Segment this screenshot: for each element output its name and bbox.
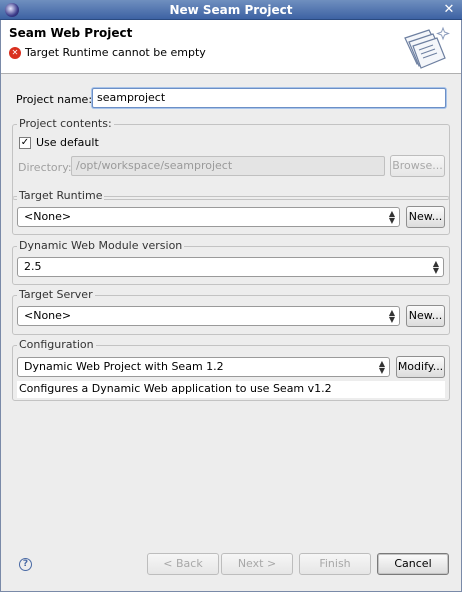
window-title: New Seam Project: [169, 3, 293, 17]
configuration-title: Configuration: [17, 338, 96, 351]
close-icon[interactable]: ✕: [442, 2, 456, 17]
new-runtime-button[interactable]: New...: [406, 206, 445, 228]
web-module-value: 2.5: [24, 260, 42, 273]
target-runtime-title: Target Runtime: [17, 189, 105, 202]
target-server-select[interactable]: <None> ▲ ▼: [17, 306, 400, 326]
browse-button[interactable]: Browse...: [390, 155, 445, 177]
chevron-updown-icon: ▲ ▼: [378, 359, 385, 375]
back-button[interactable]: < Back: [147, 553, 219, 575]
help-icon[interactable]: ?: [19, 558, 32, 571]
new-server-button[interactable]: New...: [406, 305, 445, 327]
target-server-title: Target Server: [17, 288, 95, 301]
project-contents-title: Project contents:: [17, 117, 114, 130]
use-default-checkbox[interactable]: ✓: [19, 137, 31, 149]
modify-button[interactable]: Modify...: [396, 356, 445, 378]
chevron-updown-icon: ▲ ▼: [388, 209, 395, 225]
wizard-banner: Seam Web Project ✕ Target Runtime cannot…: [1, 20, 461, 74]
dialog-body: Seam Web Project ✕ Target Runtime cannot…: [0, 20, 462, 592]
target-server-value: <None>: [24, 309, 72, 322]
target-runtime-value: <None>: [24, 210, 72, 223]
web-module-select[interactable]: 2.5 ▲ ▼: [17, 257, 444, 277]
project-name-label: Project name:: [16, 93, 93, 106]
finish-button[interactable]: Finish: [299, 553, 371, 575]
chevron-updown-icon: ▲ ▼: [388, 308, 395, 324]
configuration-select[interactable]: Dynamic Web Project with Seam 1.2 ▲ ▼: [17, 357, 390, 377]
error-row: ✕ Target Runtime cannot be empty: [9, 46, 206, 59]
next-button[interactable]: Next >: [221, 553, 293, 575]
page-title: Seam Web Project: [9, 26, 133, 40]
error-message: Target Runtime cannot be empty: [25, 46, 206, 59]
configuration-value: Dynamic Web Project with Seam 1.2: [24, 360, 224, 373]
directory-input[interactable]: /opt/workspace/seamproject: [71, 156, 385, 176]
wizard-banner-icon: [404, 26, 450, 69]
error-icon: ✕: [9, 46, 21, 59]
use-default-label: Use default: [36, 136, 99, 149]
project-name-input[interactable]: seamproject: [92, 88, 446, 108]
configuration-description: Configures a Dynamic Web application to …: [17, 381, 445, 398]
web-module-title: Dynamic Web Module version: [17, 239, 185, 252]
title-bar: New Seam Project ✕: [0, 0, 462, 20]
cancel-button[interactable]: Cancel: [377, 553, 449, 575]
chevron-updown-icon: ▲ ▼: [432, 259, 439, 275]
target-runtime-select[interactable]: <None> ▲ ▼: [17, 207, 400, 227]
directory-label: Directory:: [18, 161, 72, 174]
